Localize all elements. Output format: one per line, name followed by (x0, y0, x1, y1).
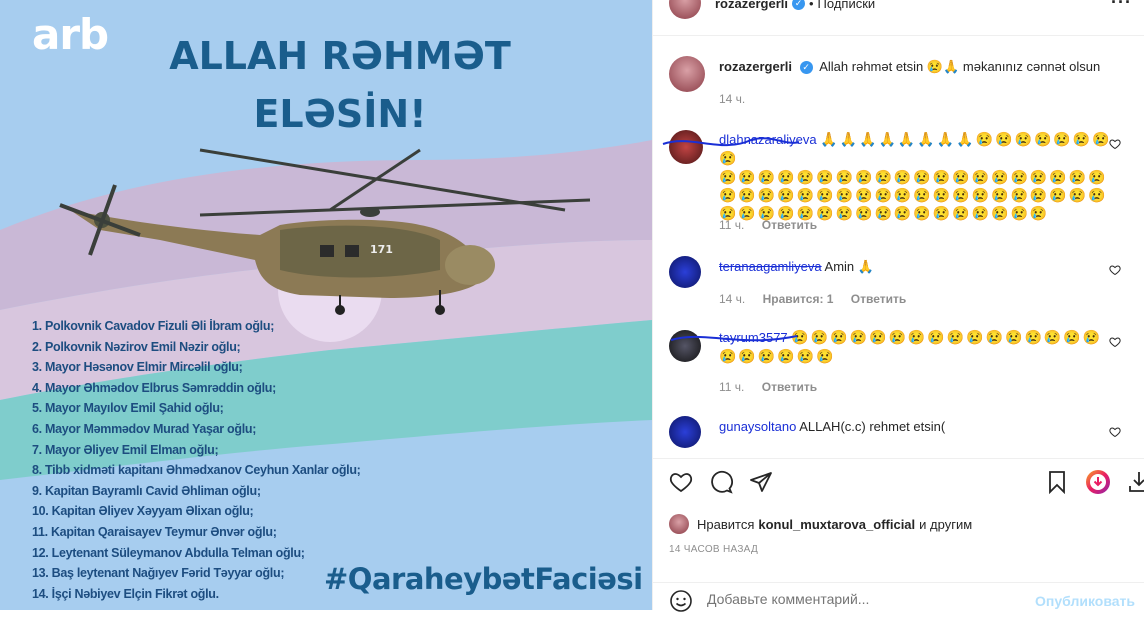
bookmark-icon[interactable] (1045, 470, 1069, 499)
action-bar (669, 469, 1144, 500)
comment-likes[interactable]: Нравится: 1 (763, 292, 834, 306)
reply-button[interactable]: Ответить (762, 380, 817, 394)
post-title-line1: ALLAH RƏHMƏT (169, 34, 511, 78)
comment-text: 😢😢😢😢😢😢😢😢😢😢😢😢😢😢😢😢😢😢😢😢 (719, 169, 1108, 185)
caption-avatar[interactable] (669, 56, 705, 92)
caption-username[interactable]: rozazergerli (719, 59, 792, 74)
name-item: 8. Tibb xidməti kapitanı Əhmədxanov Ceyh… (32, 463, 361, 478)
comment-input[interactable] (707, 591, 1027, 607)
likes-prefix: Нравится (697, 516, 755, 532)
comment-time: 11 ч. (719, 218, 745, 232)
caption-time: 14 ч. (719, 92, 746, 106)
comment-text: Amin 🙏 (824, 259, 874, 274)
liker-username[interactable]: konul_muxtarova_official (758, 517, 915, 532)
comment-composer: Опубликовать (653, 582, 1144, 618)
comment-icon[interactable] (709, 470, 733, 499)
more-icon[interactable]: ··· (1111, 0, 1132, 13)
comment-avatar[interactable] (669, 256, 701, 288)
heart-icon[interactable] (1109, 264, 1121, 276)
name-item: 2. Polkovnik Nəzirov Emil Nəzir oğlu; (32, 339, 241, 354)
post-time: 14 ЧАСОВ НАЗАД (669, 544, 759, 555)
redaction-scribble (670, 335, 798, 342)
name-item: 7. Mayor Əliyev Emil Elman oğlu; (32, 442, 219, 457)
hashtag: #QaraheybətFaciəsi (324, 562, 643, 596)
share-icon[interactable] (749, 470, 773, 499)
name-item: 1. Polkovnik Cavadov Fizuli Əli İbram oğ… (32, 319, 275, 333)
verified-icon: ✓ (791, 0, 805, 10)
post-header: rozazergerli ✓ • Подписки (669, 0, 875, 20)
name-item: 9. Kapitan Bayramlı Cavid Əhliman oğlu; (32, 483, 261, 498)
name-item: 6. Mayor Məmmədov Murad Yaşar oğlu; (32, 421, 257, 436)
author-avatar[interactable] (669, 0, 701, 19)
following-button[interactable]: Подписки (818, 0, 876, 11)
comment-text: ALLAH(c.c) rehmet etsin( (799, 419, 946, 434)
comment-username[interactable]: gunaysoltano (719, 419, 796, 434)
reply-button[interactable]: Ответить (851, 292, 906, 306)
comment-time: 11 ч. (719, 380, 745, 394)
name-item: 10. Kapitan Əliyev Xəyyam Əlixan oğlu; (32, 504, 254, 519)
name-item: 3. Mayor Həsənov Elmir Mircəlil oğlu; (32, 360, 243, 375)
emoji-icon[interactable] (669, 589, 693, 618)
name-item: 5. Mayor Mayılov Emil Şahid oğlu; (32, 401, 224, 416)
download-extension-icon[interactable] (1085, 469, 1111, 500)
helicopter-illustration: 171 (59, 148, 591, 315)
reply-button[interactable]: Ответить (762, 218, 817, 232)
likes-others[interactable]: и другим (919, 517, 972, 532)
heart-icon[interactable] (1109, 336, 1121, 348)
header-username[interactable]: rozazergerli (715, 0, 788, 11)
comment-username[interactable]: teranaagamliyeva (719, 259, 822, 274)
comment-time: 14 ч. (719, 292, 746, 306)
heart-icon[interactable] (1109, 138, 1121, 150)
verified-icon: ✓ (799, 61, 813, 75)
header-separator: • (808, 0, 814, 11)
comment-avatar[interactable] (669, 416, 701, 448)
like-icon[interactable] (669, 470, 693, 499)
likes-summary: Нравится konul_muxtarova_official и друг… (669, 514, 972, 534)
publish-button[interactable]: Опубликовать (1035, 593, 1135, 609)
heart-icon[interactable] (1109, 426, 1121, 438)
comment-text: 😢😢😢😢😢😢😢😢😢😢😢😢😢😢😢😢 (791, 329, 1103, 345)
liker-avatar[interactable] (669, 514, 689, 534)
post-image[interactable]: arb ALLAH RƏHMƏT ELƏSİN! 171 1. Polkovni… (0, 0, 652, 610)
post-sidebar: rozazergerli ✓ • Подписки ··· rozazerger… (652, 0, 1144, 612)
download-icon[interactable] (1127, 470, 1144, 499)
caption-text: Allah rəhmət etsin 😢🙏 məkanınız cənnət o… (819, 59, 1101, 74)
name-item: 4. Mayor Əhmədov Elbrus Səmrəddin oğlu; (32, 380, 276, 395)
name-item: 12. Leytenant Süleymanov Abdulla Telman … (32, 545, 305, 560)
comment-text: 😢😢😢😢😢😢😢😢😢😢😢😢😢😢😢😢😢😢😢😢 (719, 187, 1108, 203)
redaction-scribble (662, 137, 800, 147)
heli-number: 171 (370, 243, 393, 256)
name-item: 11. Kapitan Qaraisayev Teymur Ənvər oğlu… (32, 524, 277, 539)
